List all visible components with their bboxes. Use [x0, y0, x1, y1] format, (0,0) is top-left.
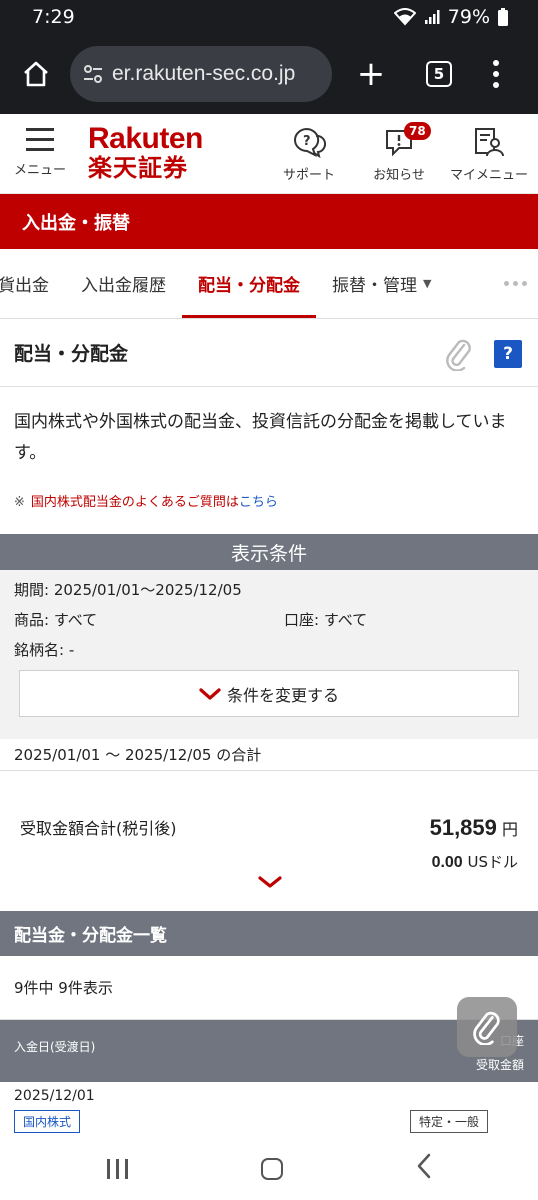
- condition-stock-name: 銘柄名: -: [14, 640, 75, 659]
- status-icons: 79%: [393, 6, 508, 28]
- tab-dividends[interactable]: 配当・分配金: [182, 249, 316, 318]
- site-header: メニュー Rakuten 楽天証券 ? サポート 78 お知らせ マイメニュー: [0, 114, 538, 193]
- wifi-icon: [393, 8, 416, 26]
- status-time: 7:29: [32, 6, 75, 28]
- condition-account: 口座: すべて: [284, 610, 368, 629]
- total-label: 受取金額合計(税引後): [20, 819, 177, 838]
- site-settings-icon[interactable]: [82, 63, 110, 85]
- support-label: サポート: [282, 168, 335, 183]
- page-title: 配当・分配金: [14, 343, 129, 365]
- total-usd-unit: USドル: [467, 853, 518, 871]
- status-bar: 7:29 79%: [0, 0, 538, 34]
- conditions-box: 期間: 2025/01/01〜2025/12/05 商品: すべて 口座: すべ…: [0, 570, 538, 739]
- list-header: 配当金・分配金一覧: [0, 911, 538, 956]
- svg-text:?: ?: [303, 134, 311, 149]
- notice-label: お知らせ: [373, 168, 425, 183]
- battery-icon: [498, 8, 508, 26]
- account-tag: 特定・一般: [409, 1110, 488, 1133]
- col-date: 入金日(受渡日): [14, 1040, 96, 1054]
- notice-badge: 78: [404, 122, 431, 140]
- table-row: 2025/12/01 国内株式 特定・一般: [0, 1082, 538, 1138]
- url-text: er.rakuten-sec.co.jp: [112, 62, 296, 85]
- home-icon: [24, 61, 48, 87]
- mymenu-button[interactable]: マイメニュー: [446, 126, 532, 183]
- row-date: 2025/12/01: [14, 1088, 95, 1104]
- notice-button[interactable]: 78 お知らせ: [368, 122, 431, 183]
- total-usd: 0.00 USドル: [432, 851, 518, 872]
- row-tags: 国内株式 特定・一般: [0, 1108, 538, 1138]
- hamburger-icon: [26, 128, 54, 151]
- conditions-header: 表示条件: [0, 534, 538, 570]
- tab-transfer-label: 振替・管理: [332, 276, 417, 296]
- faq-text: 国内株式配当金のよくあるご質問は: [30, 495, 239, 510]
- floating-clip-button[interactable]: [457, 997, 517, 1057]
- sub-nav-tabs: 貨出金 入出金履歴 配当・分配金 振替・管理 ▼: [0, 249, 538, 319]
- mymenu-label: マイメニュー: [449, 168, 528, 183]
- tab-transfer-manage[interactable]: 振替・管理 ▼: [316, 249, 447, 318]
- chevron-down-icon: [199, 687, 221, 700]
- condition-product: 商品: すべて: [14, 610, 98, 629]
- condition-period: 期間: 2025/01/01〜2025/12/05: [14, 580, 242, 599]
- browser-toolbar: er.rakuten-sec.co.jp + 5: [0, 34, 538, 114]
- support-button[interactable]: ? サポート: [278, 126, 340, 183]
- home-nav-button[interactable]: [260, 1158, 283, 1180]
- tab-history[interactable]: 入出金履歴: [65, 249, 182, 318]
- page-title-row: 配当・分配金 ?: [0, 319, 538, 387]
- signal-icon: [424, 10, 440, 24]
- menu-button[interactable]: メニュー: [12, 128, 68, 178]
- condition-product-account: 商品: すべて 口座: すべて: [14, 604, 524, 634]
- menu-label: メニュー: [13, 163, 66, 178]
- support-chat-icon: ?: [294, 127, 326, 158]
- help-button[interactable]: ?: [494, 340, 522, 368]
- product-tag: 国内株式: [14, 1110, 81, 1133]
- section-title-bar: 入出金・振替: [0, 193, 538, 249]
- total-period: 2025/01/01 ～ 2025/12/05 の合計: [0, 739, 538, 771]
- change-conditions-label: 条件を変更する: [226, 685, 339, 705]
- recents-button[interactable]: [106, 1159, 128, 1179]
- browser-menu-button[interactable]: [492, 60, 500, 88]
- faq-link[interactable]: こちら: [239, 495, 278, 510]
- tab-switcher-button[interactable]: 5: [426, 61, 452, 87]
- tab-more-icon[interactable]: [498, 249, 538, 318]
- mymenu-icon: [475, 128, 504, 157]
- page-description: 国内株式や外国株式の配当金、投資信託の分配金を掲載しています。: [14, 412, 507, 463]
- expand-chevron-icon[interactable]: [258, 875, 282, 889]
- total-jpy-unit: 円: [501, 820, 518, 839]
- total-jpy: 51,859 円: [430, 815, 518, 841]
- logo-en: Rakuten: [88, 122, 203, 155]
- new-tab-button[interactable]: +: [356, 57, 386, 91]
- col-amount: 受取金額: [475, 1058, 524, 1072]
- faq-note: ※ 国内株式配当金のよくあるご質問はこちら: [0, 469, 538, 510]
- change-conditions-button[interactable]: 条件を変更する: [19, 670, 519, 717]
- back-icon: [417, 1153, 430, 1178]
- back-button[interactable]: [416, 1153, 432, 1186]
- faq-mark: ※: [14, 495, 25, 510]
- battery-percent: 79%: [447, 6, 490, 28]
- rakuten-logo[interactable]: Rakuten 楽天証券: [88, 122, 203, 183]
- paperclip-icon[interactable]: [444, 337, 474, 371]
- logo-ja: 楽天証券: [88, 154, 188, 182]
- address-bar[interactable]: er.rakuten-sec.co.jp: [70, 46, 332, 102]
- paperclip-icon: [473, 1011, 500, 1045]
- system-nav-bar: [0, 1138, 538, 1200]
- total-usd-value: 0.00: [431, 854, 463, 871]
- home-button[interactable]: [16, 54, 56, 94]
- caret-down-icon: ▼: [423, 277, 432, 290]
- total-jpy-value: 51,859: [429, 815, 497, 840]
- tab-deposit-withdraw[interactable]: 貨出金: [0, 249, 65, 318]
- totals-block: 受取金額合計(税引後) 51,859 円 0.00 USドル: [0, 771, 538, 911]
